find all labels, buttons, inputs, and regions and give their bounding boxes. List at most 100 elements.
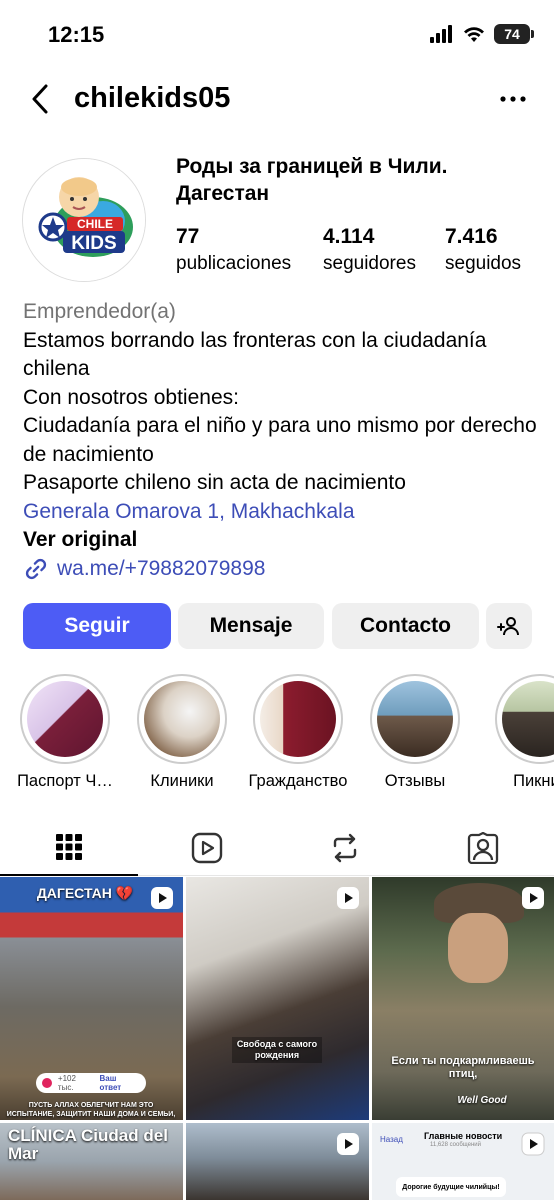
bio-category: Emprendedor(a) [23,300,176,323]
tab-reposts[interactable] [276,820,414,876]
profile-avatar[interactable]: CHILE KIDS [22,158,146,282]
signal-icon [430,25,452,43]
display-name: Роды за границей в Чили. Дагестан [176,155,448,205]
post-reply-pill: +102 тыс. Ваш ответ [36,1073,146,1093]
bio-line: Ciudadanía para el niño y para uno mismo… [23,414,537,466]
profile-bio: Emprendedor(a) Estamos borrando las fron… [23,298,543,583]
stat-followers[interactable]: 4.114 seguidores [323,225,416,275]
reel-icon [521,1132,545,1156]
post-chat-bubble: Дорогие будущие чилийцы! [396,1177,506,1197]
post-thumbnail[interactable]: CLÍNICA Ciudad del Mar [0,1123,183,1200]
post-caption-bottom: ПУСТЬ АЛЛАХ ОБЛЕГЧИТ НАМ ЭТО ИСПЫТАНИЕ, … [6,1102,176,1118]
posts-grid: ДАГЕСТАН 💔 +102 тыс. Ваш ответ ПУСТЬ АЛЛ… [0,877,554,1200]
tab-tagged[interactable] [414,820,552,876]
reels-play-icon [191,832,223,864]
bio-location-link[interactable]: Generala Omarova 1, Makhachkala [23,498,543,527]
highlight-image [144,681,220,757]
message-button[interactable]: Mensaje [178,603,324,649]
post-thumbnail[interactable]: ДАГЕСТАН 💔 +102 тыс. Ваш ответ ПУСТЬ АЛЛ… [0,877,183,1120]
story-highlights: Паспорт Ч… Клиники Гражданство Отзывы Пи… [0,674,554,794]
stat-following-value: 7.416 [445,225,498,248]
logo-text-chile: CHILE [77,217,113,231]
link-icon [25,558,47,579]
stat-following[interactable]: 7.416 seguidos [445,225,521,275]
highlight-image [260,681,336,757]
post-thumbnail[interactable]: Назад Главные новости 11,628 сообщений Д… [372,1123,554,1200]
reel-icon [522,887,544,909]
highlight-label: Пикник [513,772,554,790]
post-caption: Свобода с самого рождения [232,1037,322,1063]
stat-followers-label: seguidores [323,253,416,274]
heart-icon [42,1078,52,1088]
more-dots-icon [500,96,526,102]
add-person-icon [497,617,519,636]
grid-icon [56,834,82,860]
highlight-item[interactable]: Пикник [480,674,554,791]
post-caption: Если ты подкармливаешь птиц, [391,1055,535,1080]
highlight-item[interactable]: Гражданство [238,674,358,791]
post-brand-watermark: Well Good [457,1095,507,1106]
highlight-item[interactable]: Клиники [122,674,242,791]
repost-icon [333,833,357,863]
post-caption: CLÍNICA Ciudad del Mar [8,1126,168,1163]
post-thumbnail[interactable] [186,1123,369,1200]
highlight-item[interactable]: Отзывы [355,674,475,791]
username: chilekids05 [74,82,231,114]
bio-line: Con nosotros obtienes: [23,385,239,409]
status-time: 12:15 [48,22,105,47]
highlight-ring [370,674,460,764]
reel-icon [337,1133,359,1155]
stat-following-label: seguidos [445,253,522,274]
highlight-ring [20,674,110,764]
back-button[interactable] [24,82,56,116]
see-original-button[interactable]: Ver original [23,526,543,555]
post-thumbnail[interactable]: Свобода с самого рождения [186,877,369,1120]
post-chat-title: Главные новости [424,1131,503,1141]
contact-button[interactable]: Contacto [332,603,479,649]
tab-posts-grid[interactable] [0,820,138,876]
post-thumbnail[interactable]: Если ты подкармливаешь птиц, Well Good [372,877,554,1120]
stat-followers-value: 4.114 [323,225,375,248]
bio-link-text: wa.me/+79882079898 [57,556,266,580]
bio-line: Estamos borrando las fronteras con la ci… [23,328,487,381]
status-bar: 12:15 74 [0,0,554,70]
person-face-shape [448,913,508,983]
bio-line: Pasaporte chileno sin acta de nacimiento [23,471,406,494]
tab-reels[interactable] [138,820,276,876]
post-back-label: Назад [380,1135,403,1144]
status-icons: 74 [430,24,534,44]
tagged-person-icon [467,832,499,864]
highlight-ring [253,674,343,764]
highlight-label: Паспорт Ч… [17,772,113,790]
battery-level: 74 [504,26,520,42]
highlight-label: Гражданство [248,772,348,790]
battery-icon: 74 [494,24,534,44]
highlight-image [502,681,554,757]
profile-content-tabs [0,820,554,876]
reel-icon [337,887,359,909]
post-chat-message: Дорогие будущие чилийцы! [402,1183,500,1191]
stat-posts[interactable]: 77 publicaciones [176,225,291,275]
suggested-users-button[interactable] [486,603,532,649]
profile-header: chilekids05 [0,74,554,124]
follow-button[interactable]: Seguir [23,603,171,649]
highlight-ring [137,674,227,764]
post-caption-top: ДАГЕСТАН 💔 [36,885,134,901]
stat-posts-value: 77 [176,225,200,248]
more-options-button[interactable] [498,86,528,112]
profile-actions: Seguir Mensaje Contacto [23,603,533,649]
stat-posts-label: publicaciones [176,253,292,274]
reel-icon [151,887,173,909]
highlight-item[interactable]: Паспорт Ч… [5,674,125,791]
chile-kids-logo: CHILE KIDS [23,159,145,281]
bio-link[interactable]: wa.me/+79882079898 [23,555,543,584]
chevron-left-icon [32,84,48,114]
highlight-image [377,681,453,757]
highlight-label: Клиники [150,772,214,790]
highlight-ring [495,674,554,764]
highlight-label: Отзывы [384,772,446,790]
post-reply-label: Ваш ответ [99,1074,122,1092]
logo-text-kids: KIDS [71,233,116,254]
post-reaction-count: +102 тыс. [57,1074,76,1092]
post-chat-subtitle: 11,628 сообщений [430,1142,481,1148]
